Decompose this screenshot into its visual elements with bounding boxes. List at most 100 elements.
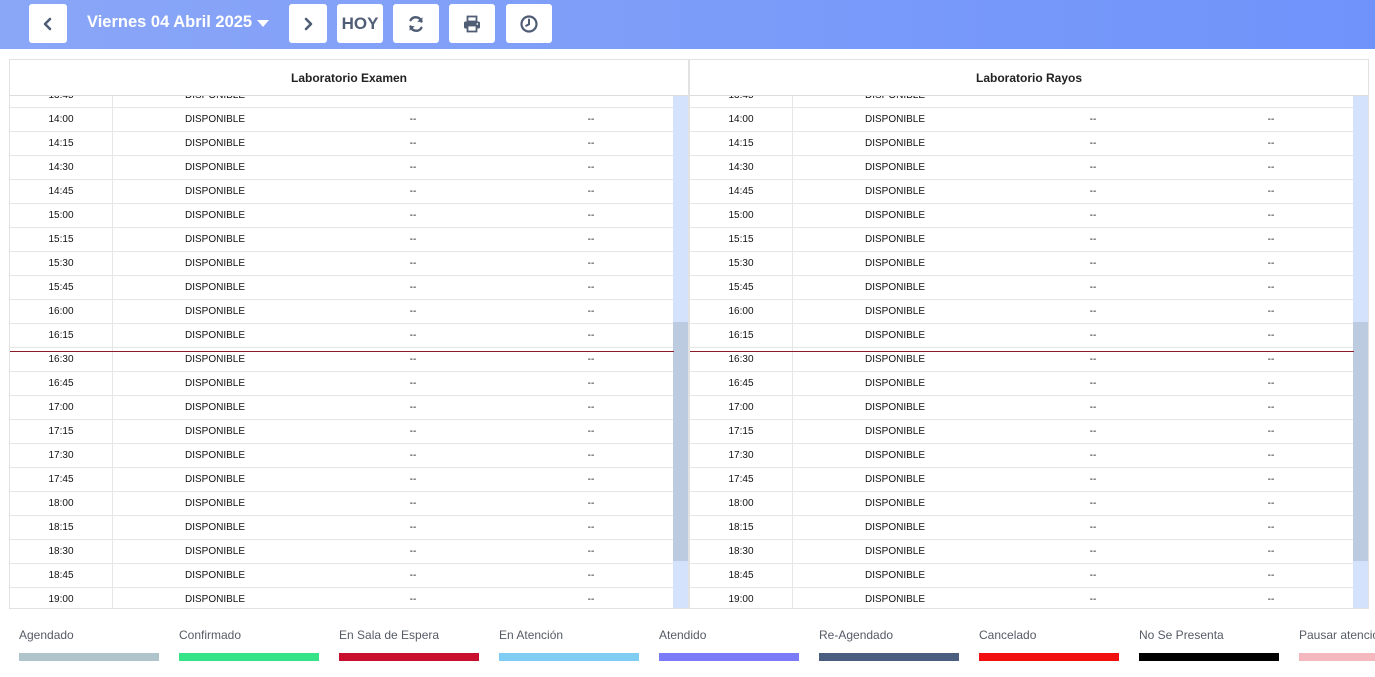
time-slot-row[interactable]: 18:30 DISPONIBLE -- -- bbox=[10, 540, 673, 564]
legend-label: Agendado bbox=[19, 628, 74, 642]
slot-time: 14:15 bbox=[728, 138, 754, 149]
slot-detail: -- bbox=[1267, 306, 1275, 317]
time-slot-row[interactable]: 17:45 DISPONIBLE -- -- bbox=[690, 468, 1353, 492]
time-slot-row[interactable]: 16:00 DISPONIBLE -- -- bbox=[10, 300, 673, 324]
legend-label: Atendido bbox=[659, 628, 707, 642]
slot-patient: -- bbox=[409, 474, 417, 485]
time-slot-row[interactable]: 14:15 DISPONIBLE -- -- bbox=[10, 132, 673, 156]
time-slot-row[interactable]: 14:30 DISPONIBLE -- -- bbox=[690, 156, 1353, 180]
time-slot-row[interactable]: 15:30 DISPONIBLE -- -- bbox=[10, 252, 673, 276]
slot-time: 18:45 bbox=[48, 570, 74, 581]
slot-status: DISPONIBLE bbox=[864, 186, 926, 197]
time-slot-row[interactable]: 18:00 DISPONIBLE -- -- bbox=[690, 492, 1353, 516]
clock-icon bbox=[520, 14, 538, 33]
time-slot-row[interactable]: 15:30 DISPONIBLE -- -- bbox=[690, 252, 1353, 276]
time-slot-row[interactable]: 17:00 DISPONIBLE -- -- bbox=[10, 396, 673, 420]
resource-panel-laboratorio-rayos: 13:45DISPONIBLE----14:00DISPONIBLE----14… bbox=[689, 59, 1369, 609]
time-slot-row[interactable]: 18:30 DISPONIBLE -- -- bbox=[690, 540, 1353, 564]
time-slot-row[interactable]: 16:00 DISPONIBLE -- -- bbox=[690, 300, 1353, 324]
slot-time: 18:45 bbox=[728, 570, 754, 581]
time-slot-row[interactable]: 16:15 DISPONIBLE -- -- bbox=[10, 324, 673, 348]
slot-time: 19:00 bbox=[728, 594, 754, 605]
slot-patient: -- bbox=[409, 450, 417, 461]
time-slot-row[interactable]: 16:45 DISPONIBLE -- -- bbox=[10, 372, 673, 396]
slot-detail: -- bbox=[1267, 594, 1275, 605]
panel-title: Laboratorio Examen bbox=[10, 60, 688, 96]
time-slot-row[interactable]: 14:45 DISPONIBLE -- -- bbox=[10, 180, 673, 204]
time-slot-row[interactable]: 17:15 DISPONIBLE -- -- bbox=[690, 420, 1353, 444]
slot-patient: -- bbox=[409, 114, 417, 125]
scrollbar[interactable] bbox=[673, 96, 688, 608]
slot-time: 14:30 bbox=[728, 162, 754, 173]
time-slot-row[interactable]: 16:15 DISPONIBLE -- -- bbox=[690, 324, 1353, 348]
time-slot-row[interactable]: 17:45 DISPONIBLE -- -- bbox=[10, 468, 673, 492]
time-slot-row[interactable]: 18:45 DISPONIBLE -- -- bbox=[690, 564, 1353, 588]
time-slot-row[interactable]: 18:45 DISPONIBLE -- -- bbox=[10, 564, 673, 588]
prev-day-button[interactable] bbox=[29, 4, 67, 43]
print-button[interactable] bbox=[449, 4, 495, 43]
time-slot-row[interactable]: 15:00 DISPONIBLE -- -- bbox=[10, 204, 673, 228]
slot-detail: -- bbox=[587, 474, 595, 485]
time-slot-row[interactable]: 17:00 DISPONIBLE -- -- bbox=[690, 396, 1353, 420]
legend-label: Re-Agendado bbox=[819, 628, 894, 642]
time-slot-row[interactable]: 15:15 DISPONIBLE -- -- bbox=[690, 228, 1353, 252]
slot-patient: -- bbox=[409, 162, 417, 173]
time-slot-row[interactable]: 18:15 DISPONIBLE -- -- bbox=[690, 516, 1353, 540]
slot-detail: -- bbox=[1267, 234, 1275, 245]
refresh-button[interactable] bbox=[393, 4, 439, 43]
time-slot-row[interactable]: 17:15 DISPONIBLE -- -- bbox=[10, 420, 673, 444]
time-slot-row[interactable]: 15:15 DISPONIBLE -- -- bbox=[10, 228, 673, 252]
slot-patient: -- bbox=[1089, 114, 1097, 125]
slot-time: 15:45 bbox=[48, 282, 74, 293]
time-slot-row[interactable]: 17:30 DISPONIBLE -- -- bbox=[690, 444, 1353, 468]
time-slot-row[interactable]: 19:00 DISPONIBLE -- -- bbox=[690, 588, 1353, 608]
slot-patient: -- bbox=[409, 498, 417, 509]
slot-patient: -- bbox=[409, 546, 417, 557]
time-slot-row[interactable]: 14:00 DISPONIBLE -- -- bbox=[10, 108, 673, 132]
slot-detail: -- bbox=[587, 306, 595, 317]
slot-detail: -- bbox=[587, 450, 595, 461]
time-slot-row[interactable]: 18:00 DISPONIBLE -- -- bbox=[10, 492, 673, 516]
slot-patient: -- bbox=[409, 234, 417, 245]
slot-time: 17:30 bbox=[48, 450, 74, 461]
time-slot-row[interactable]: 14:15 DISPONIBLE -- -- bbox=[690, 132, 1353, 156]
slot-patient: -- bbox=[409, 522, 417, 533]
today-button[interactable]: HOY bbox=[337, 4, 383, 43]
legend-color-swatch bbox=[19, 653, 159, 661]
next-day-button[interactable] bbox=[289, 4, 327, 43]
time-slot-row[interactable]: 15:00 DISPONIBLE -- -- bbox=[690, 204, 1353, 228]
time-slot-row[interactable]: 19:00 DISPONIBLE -- -- bbox=[10, 588, 673, 608]
slot-time: 15:30 bbox=[48, 258, 74, 269]
time-slot-row[interactable]: 15:45 DISPONIBLE -- -- bbox=[690, 276, 1353, 300]
slot-detail: -- bbox=[587, 570, 595, 581]
slot-status: DISPONIBLE bbox=[184, 186, 246, 197]
slot-detail: -- bbox=[587, 594, 595, 605]
slot-time: 14:00 bbox=[728, 114, 754, 125]
time-slot-row[interactable]: 18:15 DISPONIBLE -- -- bbox=[10, 516, 673, 540]
slot-status: DISPONIBLE bbox=[864, 450, 926, 461]
slot-detail: -- bbox=[1267, 522, 1275, 533]
history-button[interactable] bbox=[506, 4, 552, 43]
caret-down-icon[interactable] bbox=[257, 20, 269, 27]
scrollbar-thumb[interactable] bbox=[1353, 322, 1368, 561]
slot-status: DISPONIBLE bbox=[184, 138, 246, 149]
slot-detail: -- bbox=[587, 162, 595, 173]
slot-status: DISPONIBLE bbox=[864, 378, 926, 389]
current-time-line bbox=[10, 351, 674, 352]
time-slot-row[interactable]: 17:30 DISPONIBLE -- -- bbox=[10, 444, 673, 468]
slot-status: DISPONIBLE bbox=[184, 258, 246, 269]
time-slot-row[interactable]: 14:45 DISPONIBLE -- -- bbox=[690, 180, 1353, 204]
time-slot-row[interactable]: 14:00 DISPONIBLE -- -- bbox=[690, 108, 1353, 132]
slot-patient: -- bbox=[1089, 570, 1097, 581]
scrollbar-thumb[interactable] bbox=[673, 322, 688, 561]
slot-detail: -- bbox=[587, 546, 595, 557]
toolbar: Viernes 04 Abril 2025 HOY bbox=[0, 0, 1375, 49]
date-label[interactable]: Viernes 04 Abril 2025 bbox=[87, 13, 252, 32]
time-slot-row[interactable]: 16:45 DISPONIBLE -- -- bbox=[690, 372, 1353, 396]
slot-time: 17:00 bbox=[728, 402, 754, 413]
time-slot-row[interactable]: 15:45 DISPONIBLE -- -- bbox=[10, 276, 673, 300]
slot-time: 16:45 bbox=[728, 378, 754, 389]
scrollbar[interactable] bbox=[1353, 96, 1368, 608]
slot-patient: -- bbox=[1089, 546, 1097, 557]
time-slot-row[interactable]: 14:30 DISPONIBLE -- -- bbox=[10, 156, 673, 180]
